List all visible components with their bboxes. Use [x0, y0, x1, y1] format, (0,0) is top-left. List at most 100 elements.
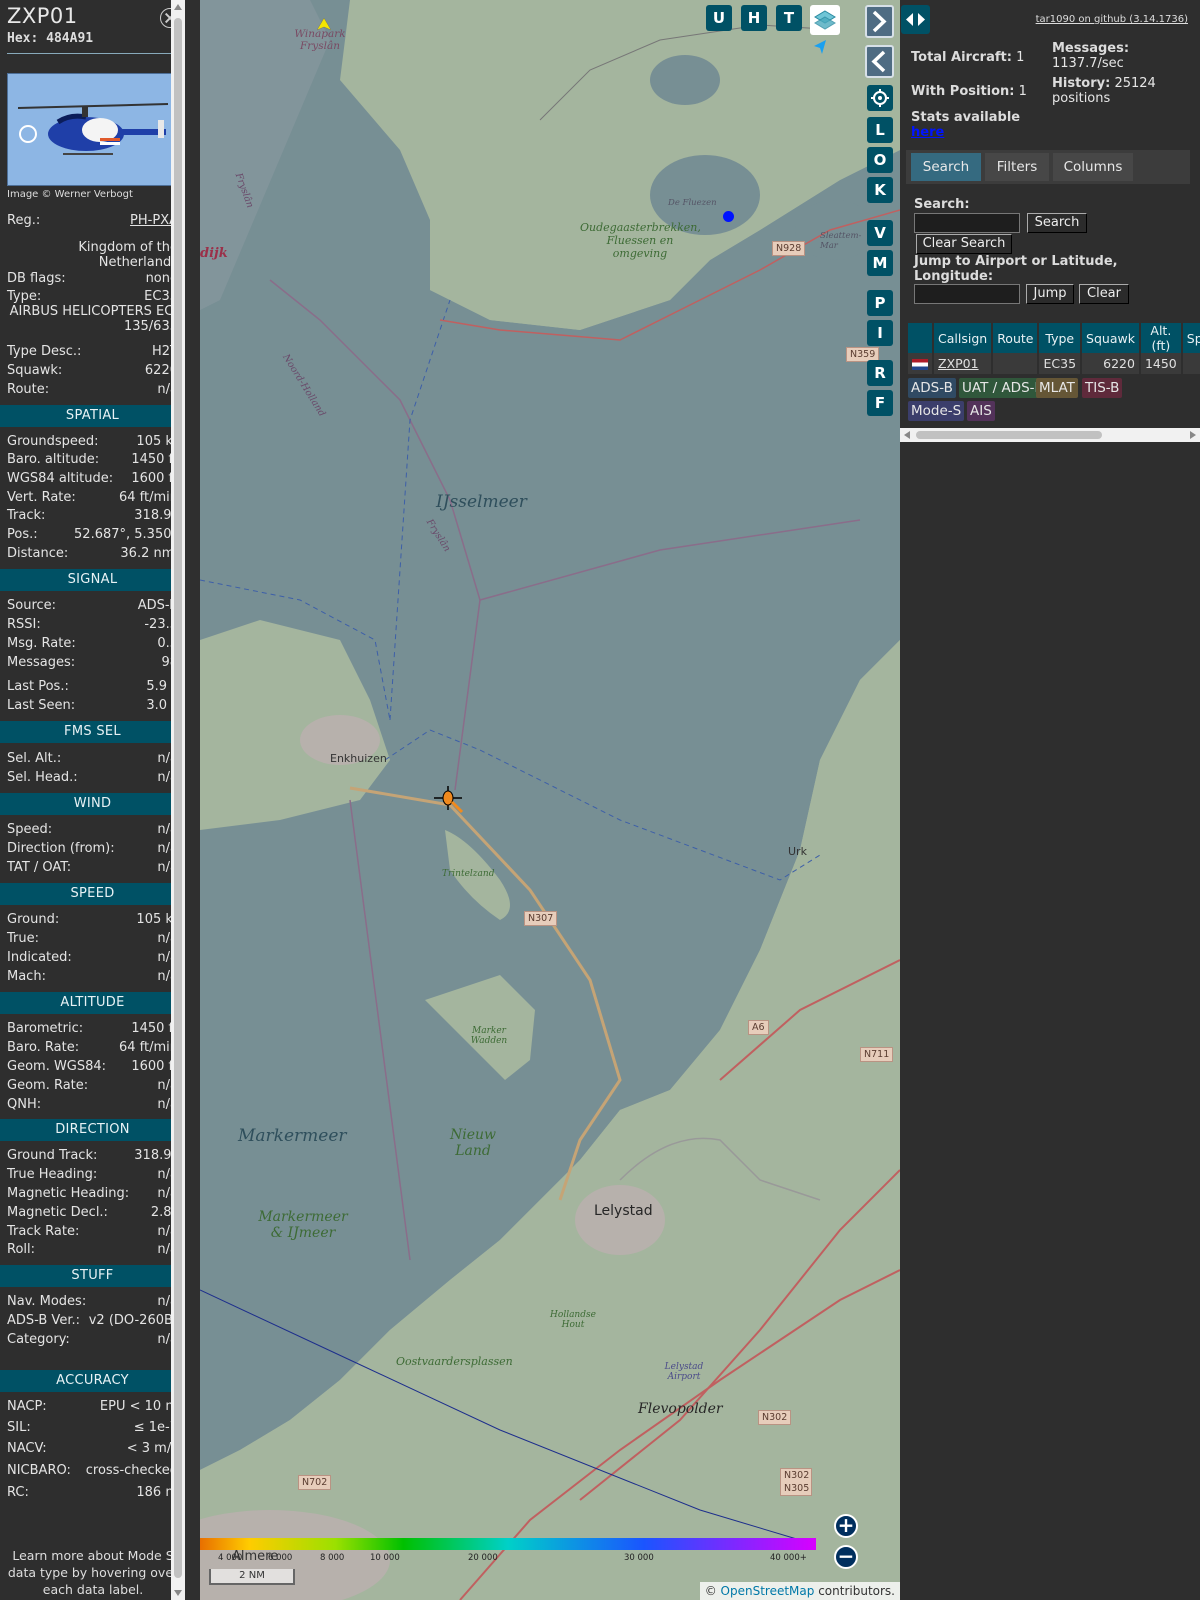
info-label[interactable]: Source: [7, 598, 56, 613]
map-toggle-m-button[interactable]: M [867, 250, 893, 276]
label-marker-wadden: Marker Wadden [470, 1026, 508, 1046]
info-label[interactable]: Distance: [7, 546, 68, 561]
info-label[interactable]: Roll: [7, 1242, 35, 1257]
hscroll-thumb[interactable] [916, 431, 1102, 439]
layer-u-button[interactable]: U [706, 5, 732, 31]
info-label[interactable]: Magnetic Heading: [7, 1186, 129, 1201]
info-label[interactable]: NACV: [7, 1441, 47, 1456]
layer-t-button[interactable]: T [776, 5, 802, 31]
info-value: 36.2 nmi [120, 546, 178, 561]
map-toggle-o-button[interactable]: O [867, 147, 893, 173]
info-label[interactable]: Baro. Rate: [7, 1040, 79, 1055]
label-nieuw-land: Nieuw Land [450, 1127, 497, 1159]
road-n302-n305: N302 N305 [780, 1468, 812, 1496]
layer-h-button[interactable]: H [741, 5, 767, 31]
info-label[interactable]: Magnetic Decl.: [7, 1205, 108, 1220]
tab-filters[interactable]: Filters [985, 153, 1049, 181]
next-arrow-icon[interactable] [865, 5, 894, 38]
scroll-thumb[interactable] [174, 18, 182, 1578]
info-label[interactable]: Pos.: [7, 527, 38, 542]
info-label[interactable]: True Heading: [7, 1167, 97, 1182]
zoom-in-button[interactable]: + [834, 1514, 858, 1538]
info-label[interactable]: True: [7, 931, 39, 946]
info-label[interactable]: RSSI: [7, 617, 41, 632]
info-label[interactable]: RC: [7, 1485, 29, 1500]
info-label[interactable]: NACP: [7, 1399, 47, 1414]
zoom-out-button[interactable]: − [834, 1545, 858, 1569]
jump-input[interactable] [914, 284, 1020, 304]
map-toggle-r-button[interactable]: R [867, 360, 893, 386]
table-horizontal-scrollbar[interactable] [900, 428, 1200, 442]
info-label[interactable]: Geom. Rate: [7, 1078, 88, 1093]
settings-gear-icon[interactable] [867, 85, 893, 111]
yellow-plane-icon[interactable] [317, 18, 331, 32]
info-label[interactable]: Direction (from): [7, 841, 115, 856]
info-label[interactable]: Messages: [7, 655, 75, 670]
info-label[interactable]: Last Seen: [7, 698, 75, 713]
scroll-up-icon[interactable] [174, 4, 182, 10]
column-header[interactable] [908, 323, 932, 353]
tab-search[interactable]: Search [911, 153, 981, 181]
column-header[interactable]: Alt. (ft) [1140, 323, 1181, 353]
info-label[interactable]: Sel. Alt.: [7, 751, 61, 766]
map-toggle-k-button[interactable]: K [867, 177, 893, 203]
info-label[interactable]: Last Pos.: [7, 679, 69, 694]
prev-arrow-icon[interactable] [865, 45, 894, 78]
tab-columns[interactable]: Columns [1053, 153, 1133, 181]
github-link[interactable]: tar1090 on github (3.14.1736) [1036, 14, 1188, 25]
column-header[interactable]: Type [1039, 323, 1081, 353]
column-header[interactable]: Route [993, 323, 1038, 353]
info-label[interactable]: Barometric: [7, 1021, 83, 1036]
selected-aircraft-icon[interactable] [432, 784, 466, 814]
map-toggle-i-button[interactable]: I [867, 320, 893, 346]
label-flevopolder: Flevopolder [638, 1401, 723, 1417]
info-label[interactable]: Vert. Rate: [7, 490, 76, 505]
jump-button[interactable]: Jump [1026, 284, 1074, 304]
toggle-sidebar-icon[interactable] [901, 5, 930, 34]
info-label[interactable]: Indicated: [7, 950, 72, 965]
info-label[interactable]: Ground: [7, 912, 59, 927]
scroll-left-icon[interactable] [904, 431, 910, 439]
map-toggle-p-button[interactable]: P [867, 290, 893, 316]
info-label[interactable]: Track: [7, 508, 45, 523]
map-toggle-v-button[interactable]: V [867, 220, 893, 246]
aircraft-photo[interactable] [7, 73, 178, 186]
column-header[interactable]: Spd. [1182, 323, 1200, 353]
info-label[interactable]: Baro. altitude: [7, 452, 99, 467]
info-label[interactable]: ADS-B Ver.: [7, 1313, 80, 1328]
search-input[interactable] [914, 213, 1020, 233]
map-view[interactable]: IJsselmeer Markermeer Markermeer & IJmee… [200, 0, 900, 1600]
info-label[interactable]: WGS84 altitude: [7, 471, 113, 486]
info-label[interactable]: QNH: [7, 1097, 41, 1112]
info-label[interactable]: Track Rate: [7, 1224, 79, 1239]
info-label[interactable]: Sel. Head.: [7, 770, 78, 785]
receiver-marker[interactable] [723, 211, 734, 222]
info-label[interactable]: Speed: [7, 822, 52, 837]
map-toggle-l-button[interactable]: L [867, 117, 893, 143]
osm-link[interactable]: OpenStreetMap [721, 1584, 815, 1598]
table-row[interactable]: ZXP01 EC35 6220 1450 [908, 353, 1200, 374]
layers-icon[interactable] [810, 5, 840, 35]
cell-callsign[interactable]: ZXP01 [934, 353, 992, 374]
info-label[interactable]: Msg. Rate: [7, 636, 76, 651]
stats-link[interactable]: here [911, 125, 944, 140]
column-header[interactable]: Callsign [934, 323, 992, 353]
info-label[interactable]: NICBARO: [7, 1463, 71, 1478]
info-label[interactable]: SIL: [7, 1420, 31, 1435]
info-label[interactable]: Geom. WGS84: [7, 1059, 106, 1074]
info-scrollbar[interactable] [171, 0, 185, 1600]
info-label[interactable]: Nav. Modes: [7, 1294, 86, 1309]
info-label[interactable]: Groundspeed: [7, 434, 98, 449]
blue-plane-icon[interactable] [814, 40, 828, 54]
column-header[interactable]: Squawk [1082, 323, 1139, 353]
map-toggle-f-button[interactable]: F [867, 390, 893, 416]
clear-search-button[interactable]: Clear Search [916, 234, 1012, 254]
info-label[interactable]: TAT / OAT: [7, 860, 71, 875]
scroll-down-icon[interactable] [174, 1590, 182, 1596]
search-button[interactable]: Search [1027, 213, 1087, 233]
clear-button[interactable]: Clear [1079, 284, 1129, 304]
info-label[interactable]: Mach: [7, 969, 46, 984]
info-label[interactable]: Ground Track: [7, 1148, 97, 1163]
scroll-right-icon[interactable] [1190, 431, 1196, 439]
info-label[interactable]: Category: [7, 1332, 70, 1347]
